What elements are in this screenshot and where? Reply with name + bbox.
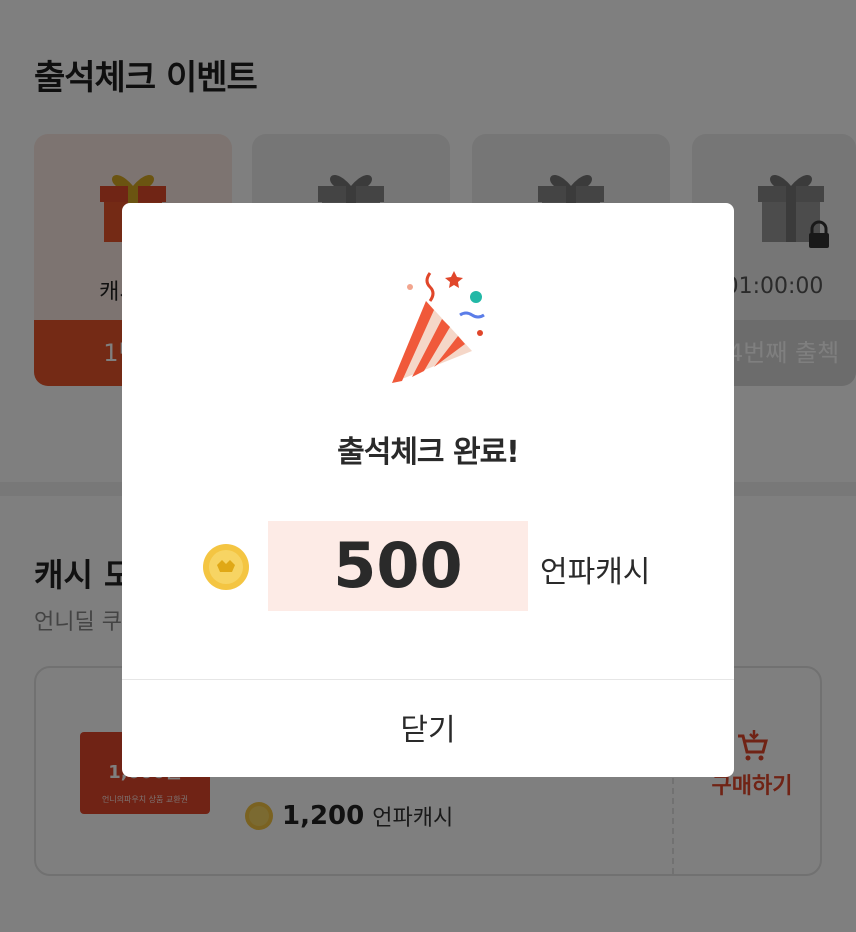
attendance-complete-modal: 출석체크 완료! 500 언파캐시 닫기 bbox=[122, 203, 734, 777]
reward-amount-box: 500 bbox=[268, 521, 528, 611]
modal-title: 출석체크 완료! bbox=[337, 435, 520, 470]
reward-amount: 500 bbox=[333, 529, 463, 602]
close-button[interactable]: 닫기 bbox=[122, 680, 734, 777]
coin-icon bbox=[203, 544, 249, 590]
reward-unit: 언파캐시 bbox=[540, 555, 651, 590]
party-popper-icon bbox=[392, 271, 485, 383]
